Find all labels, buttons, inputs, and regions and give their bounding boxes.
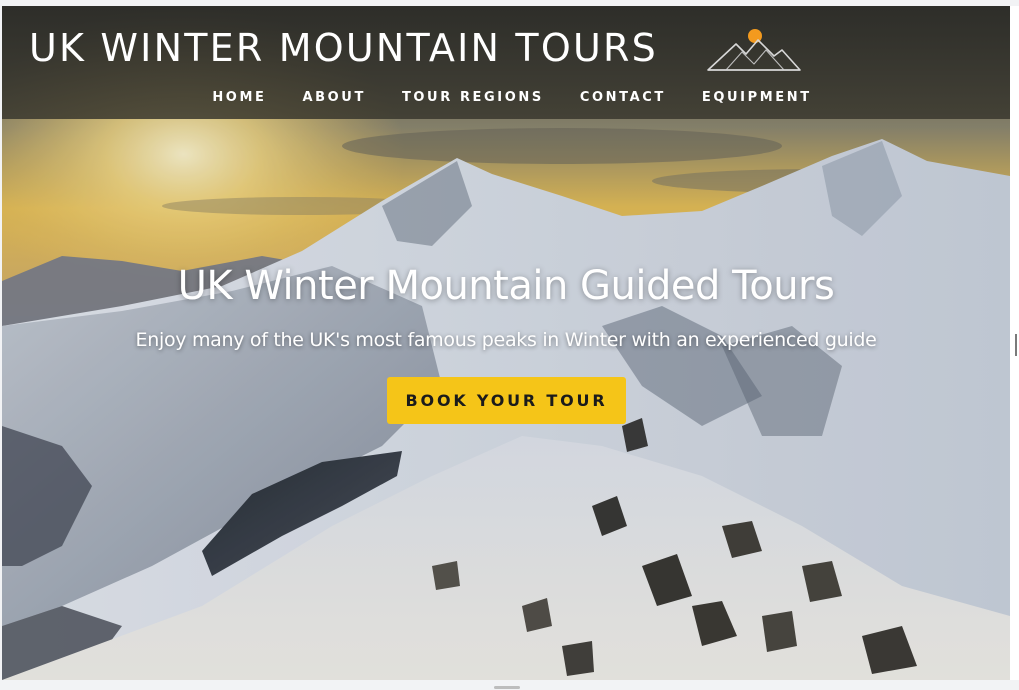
nav-equipment[interactable]: EQUIPMENT	[702, 90, 812, 110]
hero-title: UK Winter Mountain Guided Tours	[177, 263, 835, 309]
hero-subtitle: Enjoy many of the UK's most famous peaks…	[135, 329, 877, 351]
resize-handle[interactable]	[494, 686, 520, 689]
nav-tour-regions[interactable]: TOUR REGIONS	[402, 90, 544, 110]
nav-about[interactable]: ABOUT	[302, 90, 365, 110]
book-your-tour-button[interactable]: BOOK YOUR TOUR	[387, 377, 626, 424]
nav-contact[interactable]: CONTACT	[580, 90, 666, 110]
main-navigation: HOME ABOUT TOUR REGIONS CONTACT EQUIPMEN…	[2, 90, 1010, 110]
browser-viewport: UK WINTER MOUNTAIN TOURS HOME ABOUT TOUR…	[2, 6, 1010, 680]
nav-home[interactable]: HOME	[212, 90, 266, 110]
site-header: UK WINTER MOUNTAIN TOURS HOME ABOUT TOUR…	[2, 6, 1010, 119]
site-title[interactable]: UK WINTER MOUNTAIN TOURS	[29, 26, 658, 70]
mountain-sun-logo-icon[interactable]	[706, 26, 802, 72]
scrollbar-thumb[interactable]	[1015, 334, 1017, 356]
